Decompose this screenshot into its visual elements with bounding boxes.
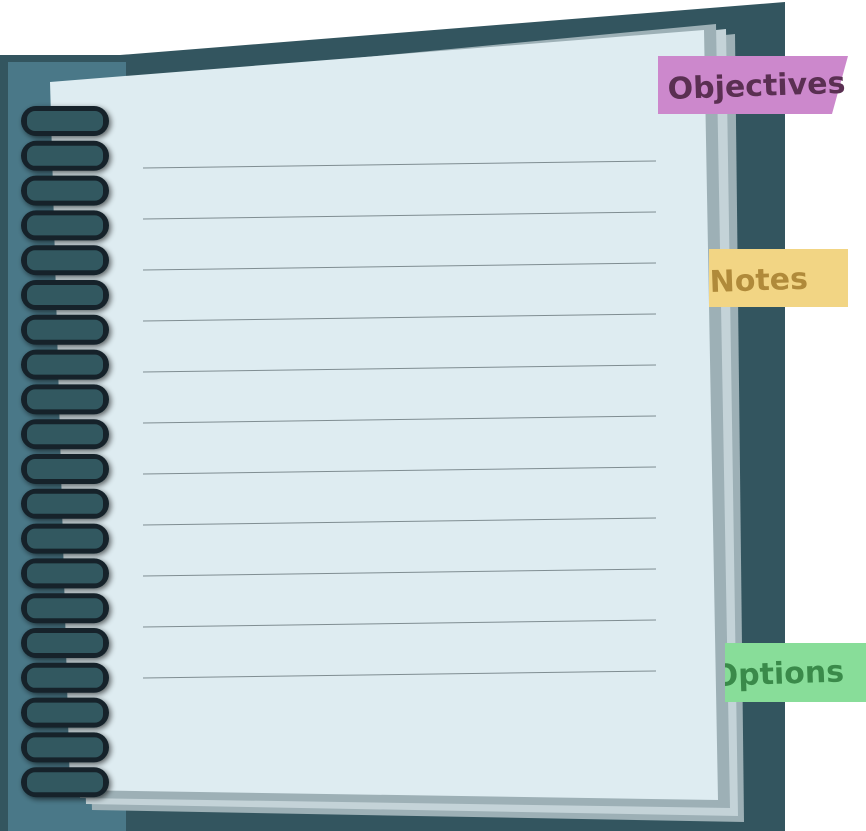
spiral-ring xyxy=(21,245,109,276)
spiral-ring xyxy=(21,558,109,589)
tab-objectives[interactable]: Objectives xyxy=(658,56,848,114)
spiral-ring xyxy=(21,523,109,554)
spiral-ring xyxy=(21,419,109,450)
spiral-ring xyxy=(21,314,109,345)
tab-objectives-label: Objectives xyxy=(667,66,846,107)
spiral-ring xyxy=(21,210,109,241)
spiral-ring xyxy=(21,106,109,136)
spiral-ring xyxy=(21,593,109,624)
spiral-ring xyxy=(21,732,109,763)
spiral-ring xyxy=(21,280,109,310)
tab-options-label: Options xyxy=(712,654,845,694)
tab-options[interactable]: Options xyxy=(712,643,866,702)
tab-notes[interactable]: Notes xyxy=(709,249,848,307)
notebook-page xyxy=(50,30,718,800)
spiral-ring xyxy=(21,662,109,693)
spiral-ring xyxy=(21,349,109,380)
spiral-ring xyxy=(21,697,109,728)
spiral-ring xyxy=(21,140,109,171)
spiral-ring xyxy=(21,384,109,415)
spiral-ring xyxy=(21,175,109,206)
spiral-ring xyxy=(21,488,109,519)
notebook-illustration: Objectives Notes Options xyxy=(0,2,866,831)
spiral-ring xyxy=(21,628,109,658)
notebook-menu: Objectives Notes Options xyxy=(0,0,866,831)
tab-notes-label: Notes xyxy=(709,262,808,300)
spiral-ring xyxy=(21,454,109,484)
spiral-ring xyxy=(21,767,109,798)
